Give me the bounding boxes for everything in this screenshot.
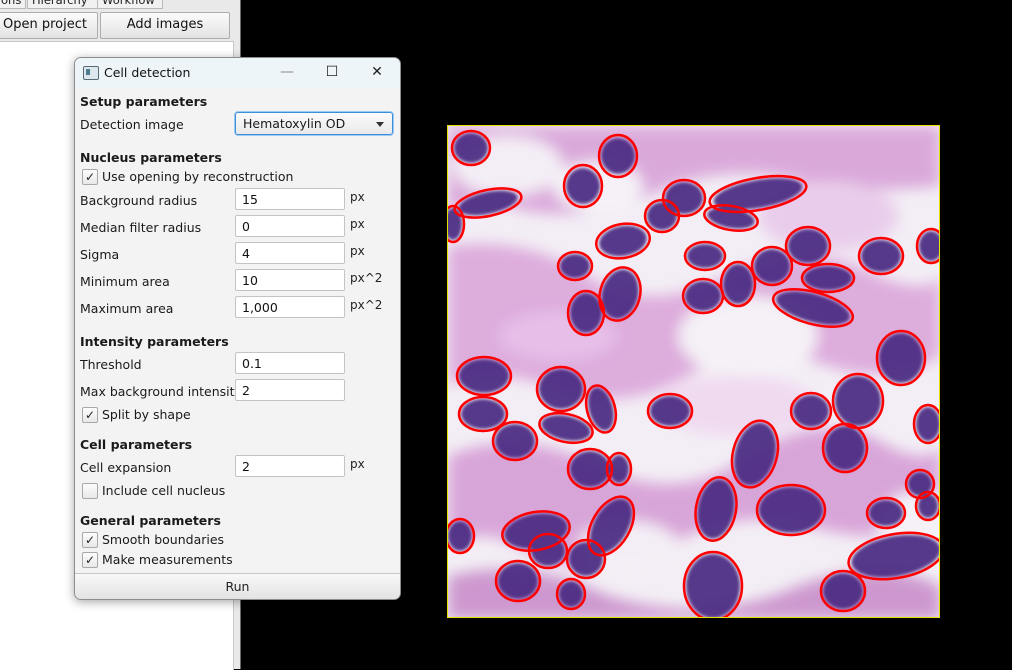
max-background-intensity-label: Max background intensity [80, 384, 242, 399]
nucleus-parameters-heading: Nucleus parameters [80, 150, 222, 165]
maximum-area-label: Maximum area [80, 301, 174, 316]
intensity-parameters-heading: Intensity parameters [80, 334, 229, 349]
median-filter-radius-label: Median filter radius [80, 220, 202, 235]
threshold-input[interactable] [235, 352, 345, 374]
split-by-shape-label: Split by shape [102, 407, 191, 422]
minimum-area-unit: px^2 [350, 271, 383, 285]
smooth-boundaries-label: Smooth boundaries [102, 532, 225, 547]
make-measurements-label: Make measurements [102, 552, 233, 567]
tab-annotations[interactable]: ons [0, 0, 26, 9]
minimum-area-input[interactable] [235, 269, 345, 291]
close-icon[interactable]: ✕ [357, 61, 397, 83]
general-parameters-heading: General parameters [80, 513, 221, 528]
maximize-icon[interactable]: ☐ [312, 61, 352, 83]
checkbox-icon: ✓ [82, 407, 98, 423]
dialog-title: Cell detection [104, 65, 191, 80]
app-icon [83, 66, 99, 80]
open-project-button[interactable]: Open project [0, 12, 98, 39]
main-tab-bar: ons Hierarchy Workflow [0, 0, 240, 9]
background-radius-label: Background radius [80, 193, 198, 208]
chevron-down-icon [376, 122, 384, 127]
background-radius-unit: px [350, 190, 365, 204]
cell-parameters-heading: Cell parameters [80, 437, 193, 452]
setup-parameters-heading: Setup parameters [80, 94, 208, 109]
checkbox-icon: ✓ [82, 169, 98, 185]
histology-image [448, 126, 939, 617]
detection-image-select[interactable]: Hematoxylin OD [235, 112, 393, 135]
minimize-icon[interactable]: — [267, 61, 307, 83]
median-filter-radius-input[interactable] [235, 215, 345, 237]
median-filter-radius-unit: px [350, 217, 365, 231]
cell-expansion-unit: px [350, 457, 365, 471]
cell-detection-dialog: Cell detection — ☐ ✕ Setup parameters De… [74, 57, 401, 600]
checkbox-icon: ✓ [82, 552, 98, 568]
dialog-titlebar[interactable]: Cell detection — ☐ ✕ [75, 58, 400, 88]
cell-expansion-input[interactable] [235, 455, 345, 477]
tab-workflow[interactable]: Workflow [97, 0, 163, 9]
cell-expansion-label: Cell expansion [80, 460, 172, 475]
checkbox-icon: ✓ [82, 532, 98, 548]
maximum-area-unit: px^2 [350, 298, 383, 312]
include-cell-nucleus-label: Include cell nucleus [102, 483, 226, 498]
sigma-label: Sigma [80, 247, 120, 262]
image-selection-region[interactable] [447, 125, 940, 618]
add-images-button[interactable]: Add images [100, 12, 230, 39]
background-radius-input[interactable] [235, 188, 345, 210]
dialog-body: Setup parameters Detection image Hematox… [75, 88, 400, 572]
minimum-area-label: Minimum area [80, 274, 170, 289]
tab-hierarchy[interactable]: Hierarchy [27, 0, 99, 9]
detection-image-value: Hematoxylin OD [243, 116, 346, 131]
max-background-intensity-input[interactable] [235, 379, 345, 401]
detection-image-label: Detection image [80, 117, 184, 132]
threshold-label: Threshold [80, 357, 142, 372]
run-button[interactable]: Run [75, 573, 400, 599]
checkbox-icon [82, 483, 98, 499]
maximum-area-input[interactable] [235, 296, 345, 318]
opening-by-reconstruction-label: Use opening by reconstruction [102, 169, 294, 184]
sigma-unit: px [350, 244, 365, 258]
sigma-input[interactable] [235, 242, 345, 264]
